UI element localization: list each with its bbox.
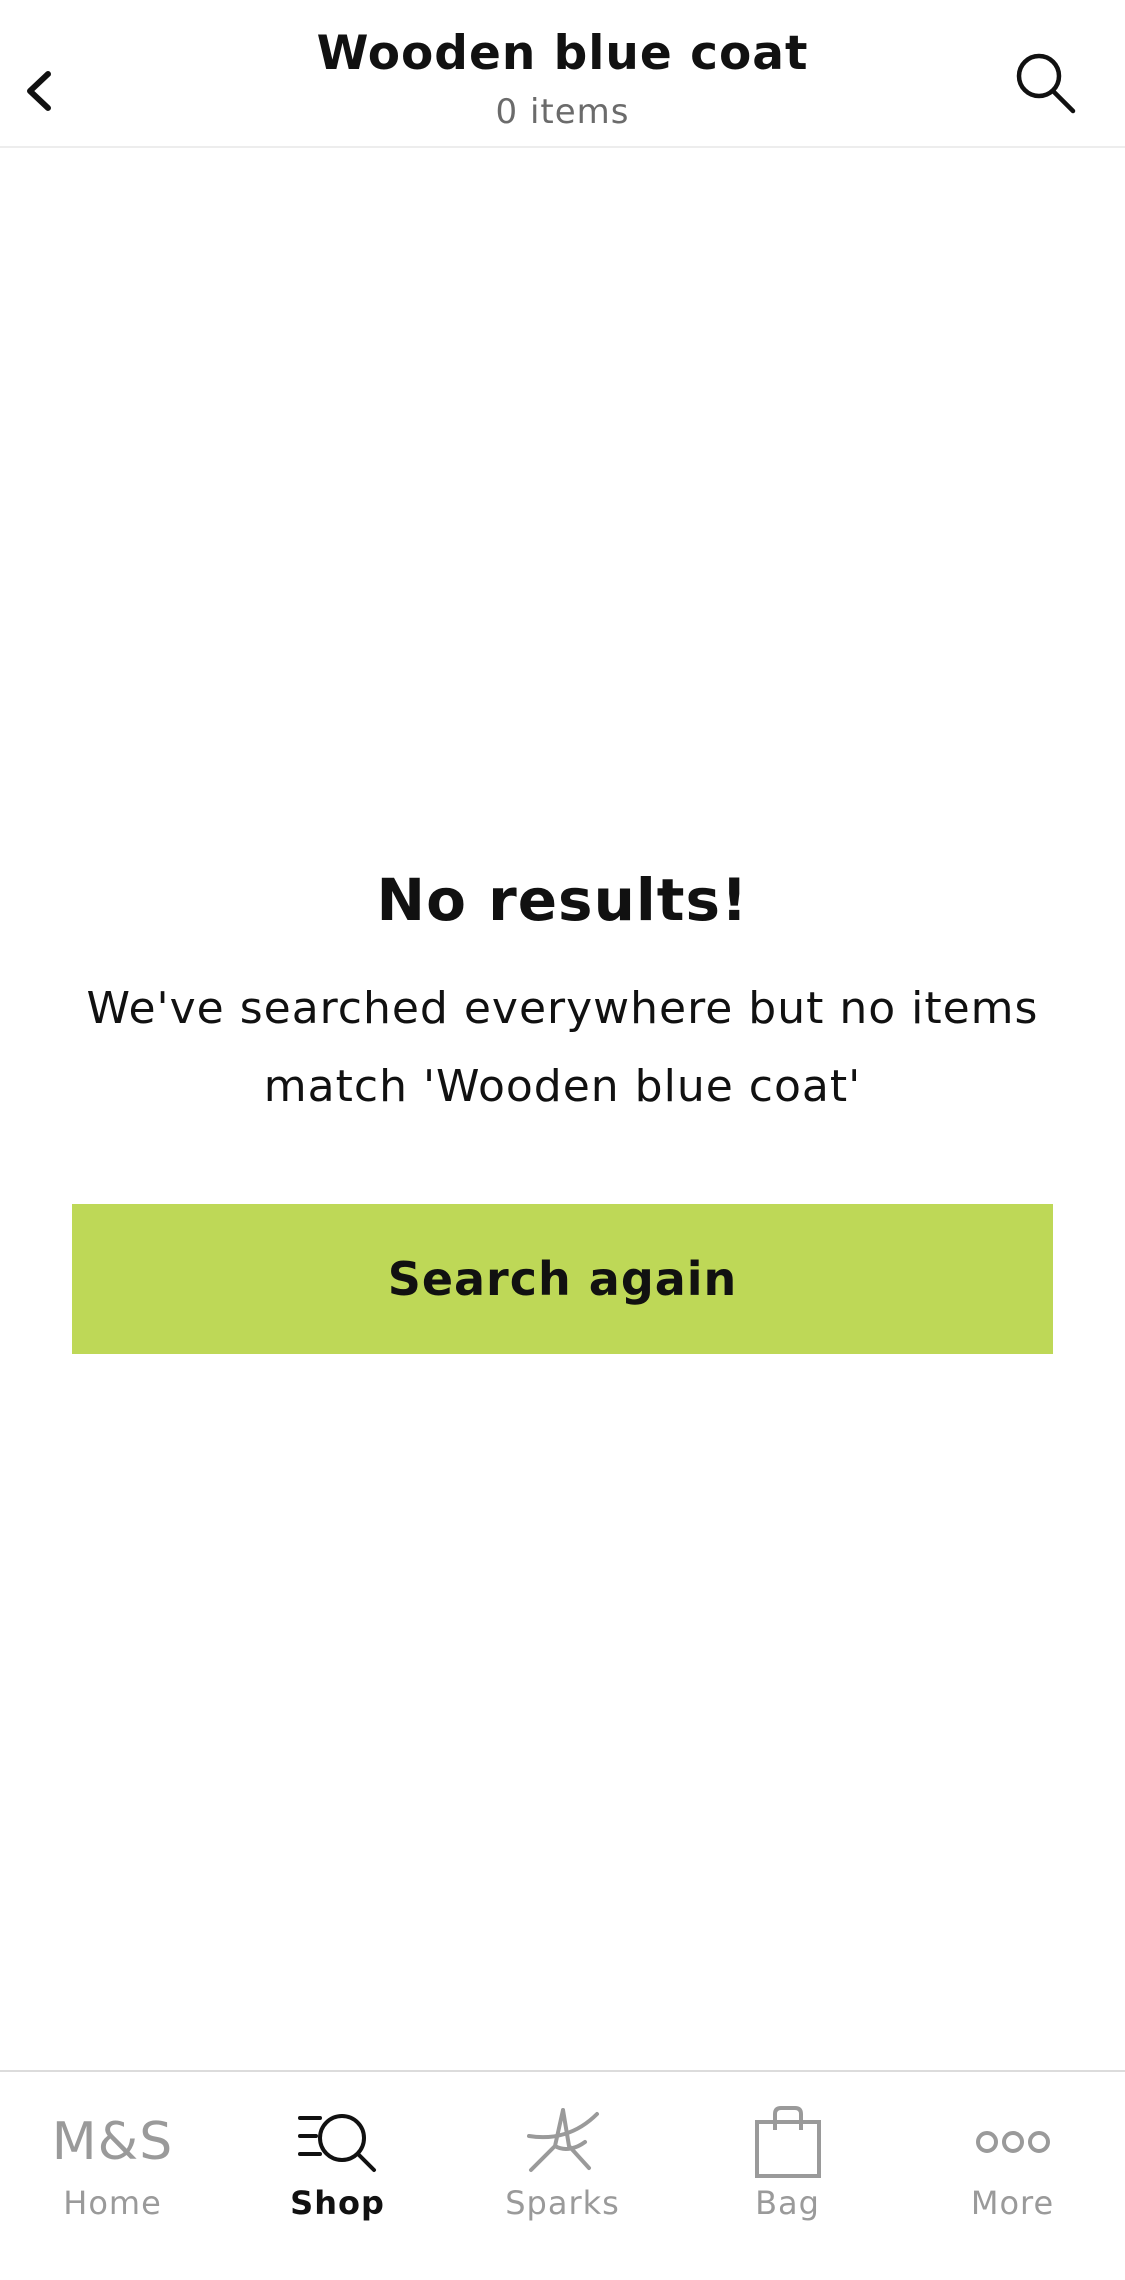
tab-bag[interactable]: Bag — [675, 2072, 900, 2280]
bag-icon — [675, 2092, 900, 2192]
ms-logo-text: M&S — [51, 2112, 174, 2172]
no-results-message: We've searched everywhere but no items m… — [86, 983, 1039, 1112]
search-results-screen: Wooden blue coat 0 items No results! We'… — [0, 0, 1125, 2280]
more-dots-icon — [900, 2092, 1125, 2192]
tab-label: Shop — [290, 2184, 385, 2222]
tab-label: Bag — [755, 2184, 820, 2222]
tab-label: More — [970, 2184, 1055, 2222]
results-count: 0 items — [495, 92, 630, 132]
tab-more[interactable]: More — [900, 2072, 1125, 2280]
tab-shop[interactable]: Shop — [225, 2072, 450, 2280]
search-icon — [1016, 53, 1076, 114]
tab-home[interactable]: M&S Home — [0, 2072, 225, 2280]
shop-search-icon — [225, 2092, 450, 2192]
header: Wooden blue coat 0 items — [0, 0, 1125, 148]
empty-state: No results! We've searched everywhere bu… — [0, 860, 1125, 1126]
search-again-button[interactable]: Search again — [72, 1204, 1053, 1354]
tab-label: Home — [63, 2184, 162, 2222]
bottom-tab-bar: M&S Home Shop Sparks Bag More — [0, 2070, 1125, 2280]
tab-label: Sparks — [505, 2184, 620, 2222]
ms-logo-icon: M&S — [0, 2092, 225, 2192]
no-results-heading: No results! — [376, 866, 749, 934]
sparks-star-icon — [450, 2092, 675, 2192]
tab-sparks[interactable]: Sparks — [450, 2072, 675, 2280]
search-button[interactable] — [1007, 44, 1083, 120]
page-title: Wooden blue coat — [316, 26, 809, 81]
